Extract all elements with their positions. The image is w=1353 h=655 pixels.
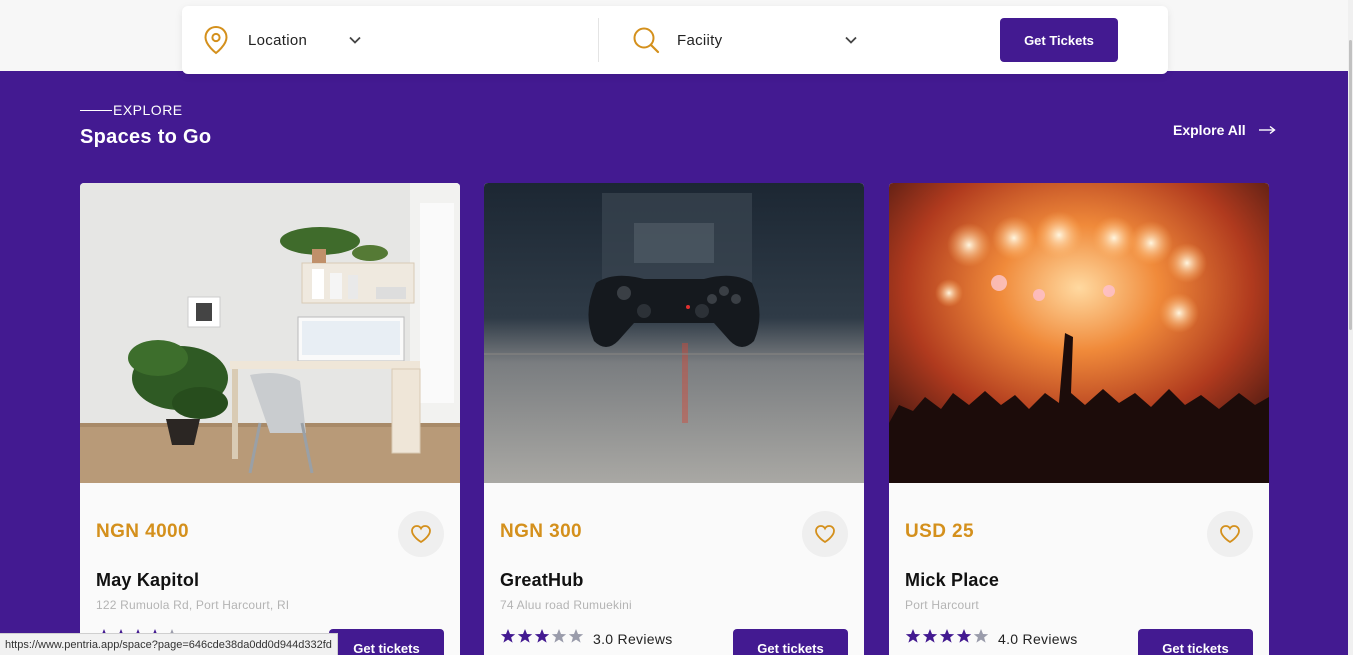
star-icon [922, 628, 938, 649]
explore-all-link[interactable]: Explore All [1173, 122, 1276, 138]
space-name: May Kapitol [96, 570, 200, 590]
star-empty-icon [568, 628, 584, 649]
heart-icon [1219, 524, 1241, 544]
location-label: Location [248, 31, 308, 49]
space-card[interactable]: USD 25 Mick Place Port Harcourt 4.0 Revi… [889, 183, 1269, 655]
rating-stars: 3.0 Reviews [500, 628, 673, 649]
price: NGN 300 [500, 521, 583, 542]
heart-icon [410, 524, 432, 544]
facility-select[interactable]: Faciity [632, 6, 722, 74]
status-bar-url: https://www.pentria.app/space?page=646cd… [0, 633, 338, 655]
star-empty-icon [973, 628, 989, 649]
explore-all-label: Explore All [1173, 122, 1246, 138]
get-tickets-button[interactable]: Get tickets [733, 629, 848, 655]
location-select[interactable]: Location [202, 6, 307, 74]
space-address: Port Harcourt [905, 598, 979, 612]
search-icon [632, 26, 660, 54]
star-icon [517, 628, 533, 649]
section-tag: EXPLORE [80, 102, 183, 118]
get-tickets-button[interactable]: Get tickets [1138, 629, 1253, 655]
search-bar: Location Faciity Get Tickets [182, 6, 1168, 74]
search-divider [598, 18, 599, 62]
favorite-button[interactable] [1207, 511, 1253, 557]
space-card[interactable]: NGN 300 GreatHub 74 Aluu road Rumuekini … [484, 183, 864, 655]
section-title: Spaces to Go [80, 126, 212, 148]
reviews-count: 3.0 Reviews [593, 630, 673, 647]
get-tickets-button[interactable]: Get Tickets [1000, 18, 1118, 62]
location-chevron-down-icon[interactable] [348, 33, 362, 52]
game-controller-photo[interactable] [484, 183, 864, 483]
location-pin-icon [202, 25, 230, 55]
home-office-photo[interactable] [80, 183, 460, 483]
section-tag-text: EXPLORE [113, 102, 183, 118]
star-icon [905, 628, 921, 649]
scrollbar-thumb[interactable] [1349, 40, 1352, 330]
facility-chevron-down-icon[interactable] [844, 33, 858, 52]
concert-crowd-photo[interactable] [889, 183, 1269, 483]
heart-icon [814, 524, 836, 544]
star-icon [534, 628, 550, 649]
space-address: 122 Rumuola Rd, Port Harcourt, RI [96, 598, 290, 612]
star-icon [939, 628, 955, 649]
space-name: GreatHub [500, 570, 584, 590]
price: NGN 4000 [96, 521, 189, 542]
space-card[interactable]: NGN 4000 May Kapitol 122 Rumuola Rd, Por… [80, 183, 460, 655]
facility-label: Faciity [677, 31, 723, 49]
reviews-count: 4.0 Reviews [998, 630, 1078, 647]
star-empty-icon [551, 628, 567, 649]
favorite-button[interactable] [802, 511, 848, 557]
favorite-button[interactable] [398, 511, 444, 557]
arrow-right-icon [1246, 125, 1276, 135]
star-icon [956, 628, 972, 649]
price: USD 25 [905, 521, 974, 542]
get-tickets-button[interactable]: Get tickets [329, 629, 444, 655]
star-icon [500, 628, 516, 649]
tag-line [80, 109, 112, 111]
space-name: Mick Place [905, 570, 1000, 590]
page-scrollbar[interactable] [1348, 0, 1353, 655]
space-address: 74 Aluu road Rumuekini [500, 598, 632, 612]
rating-stars: 4.0 Reviews [905, 628, 1078, 649]
